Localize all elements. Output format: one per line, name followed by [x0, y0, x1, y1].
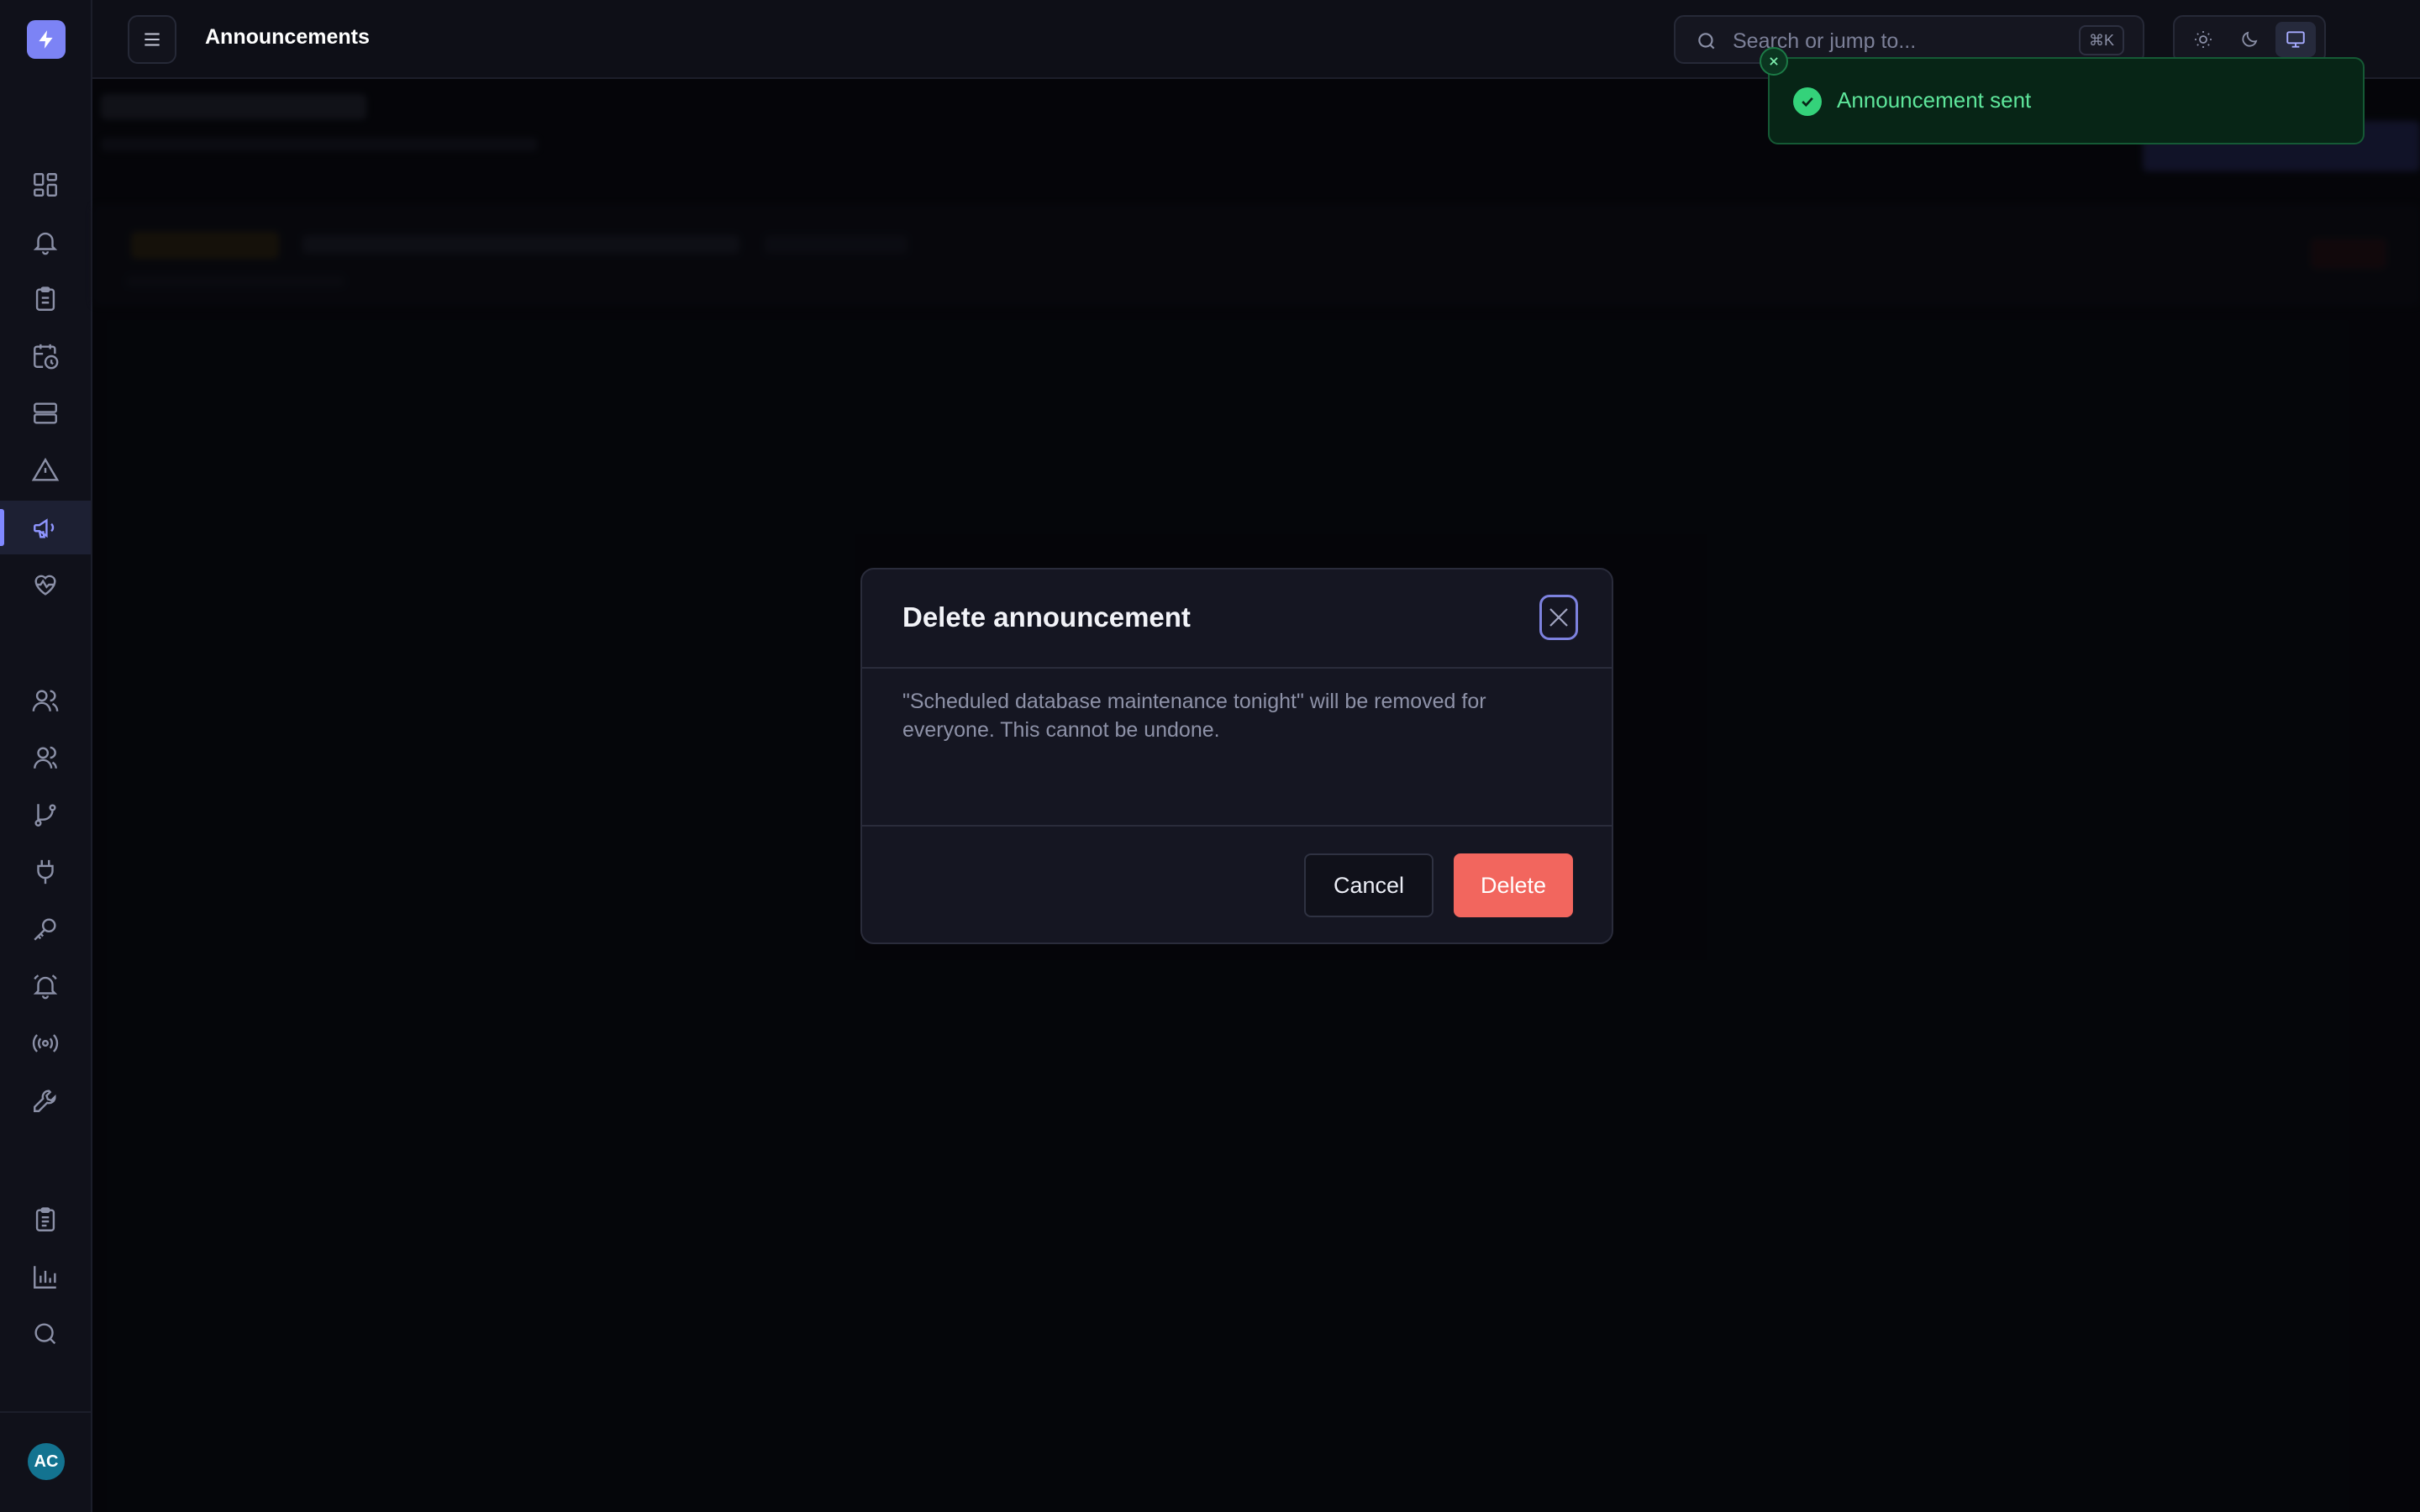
dialog-footer-divider	[862, 825, 1612, 827]
clipboard-icon	[35, 286, 55, 311]
sidebar-item-notifications[interactable]	[0, 215, 91, 269]
theme-system-button[interactable]	[2275, 22, 2317, 57]
theme-light-button[interactable]	[2183, 22, 2223, 57]
sidebar-divider	[0, 1411, 91, 1413]
delete-confirm-dialog: Delete announcement "Scheduled database …	[860, 568, 1613, 944]
dialog-header: Delete announcement	[862, 570, 1612, 669]
dialog-close-button[interactable]	[1539, 595, 1578, 640]
server-icon	[34, 402, 57, 424]
sidebar-item-dashboard[interactable]	[0, 158, 91, 212]
sidebar-item-tools[interactable]	[0, 1074, 91, 1127]
sidebar-item-servers[interactable]	[0, 386, 91, 440]
warning-icon	[31, 457, 60, 481]
bell-ring-icon	[33, 974, 58, 1000]
key-icon	[34, 918, 56, 941]
megaphone-icon	[34, 518, 55, 538]
sidebar: AC	[0, 0, 92, 1512]
sidebar-item-announcements[interactable]	[0, 501, 91, 554]
toast-message: Announcement sent	[1837, 87, 2032, 113]
sidebar-item-users[interactable]	[0, 674, 91, 727]
heart-pulse-icon	[34, 575, 56, 596]
bell-icon	[33, 232, 58, 255]
hamburger-icon	[145, 33, 160, 46]
check-circle-icon	[1793, 87, 1822, 116]
clipboard-list-icon	[35, 1207, 55, 1231]
menu-toggle-button[interactable]	[128, 15, 176, 64]
toast-close-button[interactable]	[1760, 47, 1788, 76]
moon-icon	[2242, 31, 2258, 47]
wrench-icon	[34, 1089, 56, 1112]
sidebar-item-search[interactable]	[0, 1307, 91, 1361]
sidebar-item-tasks[interactable]	[0, 272, 91, 326]
delete-button[interactable]: Delete	[1454, 853, 1573, 917]
app-logo[interactable]	[27, 20, 66, 59]
sidebar-item-alerts[interactable]	[0, 444, 91, 497]
calendar-clock-icon	[34, 344, 59, 370]
broadcast-icon	[32, 1034, 59, 1053]
close-icon	[1549, 608, 1568, 627]
sidebar-item-reports[interactable]	[0, 1193, 91, 1247]
user-icon	[32, 690, 59, 711]
dialog-message: "Scheduled database maintenance tonight"…	[902, 690, 1486, 742]
dialog-title: Delete announcement	[902, 601, 1191, 633]
sidebar-item-alert-rules[interactable]	[0, 959, 91, 1013]
bar-chart-icon	[34, 1266, 56, 1289]
theme-dark-button[interactable]	[2229, 22, 2270, 57]
bolt-icon	[39, 30, 53, 49]
dashboard-icon	[34, 173, 57, 197]
users-icon	[34, 746, 57, 769]
sidebar-item-api-keys[interactable]	[0, 902, 91, 956]
sidebar-avatar[interactable]: AC	[28, 1443, 65, 1480]
sidebar-item-health[interactable]	[0, 558, 91, 612]
sidebar-item-schedule[interactable]	[0, 329, 91, 383]
search-icon	[1698, 33, 1715, 50]
cancel-button[interactable]: Cancel	[1304, 853, 1434, 917]
git-branch-icon	[34, 804, 56, 827]
close-icon	[1770, 57, 1778, 66]
monitor-icon	[2286, 31, 2306, 48]
page-title: Announcements	[205, 25, 370, 49]
sidebar-item-broadcast[interactable]	[0, 1016, 91, 1070]
search-shortcut-badge: ⌘K	[2078, 25, 2124, 55]
search-icon	[34, 1323, 56, 1345]
sidebar-item-teams[interactable]	[0, 731, 91, 785]
sidebar-item-integrations[interactable]	[0, 845, 91, 899]
success-toast: Announcement sent	[1768, 57, 2365, 144]
sidebar-item-analytics[interactable]	[0, 1250, 91, 1304]
sun-icon	[2194, 31, 2212, 48]
plug-icon	[37, 859, 54, 885]
sidebar-item-workflows[interactable]	[0, 788, 91, 842]
search-placeholder: Search or jump to...	[1733, 29, 1917, 53]
